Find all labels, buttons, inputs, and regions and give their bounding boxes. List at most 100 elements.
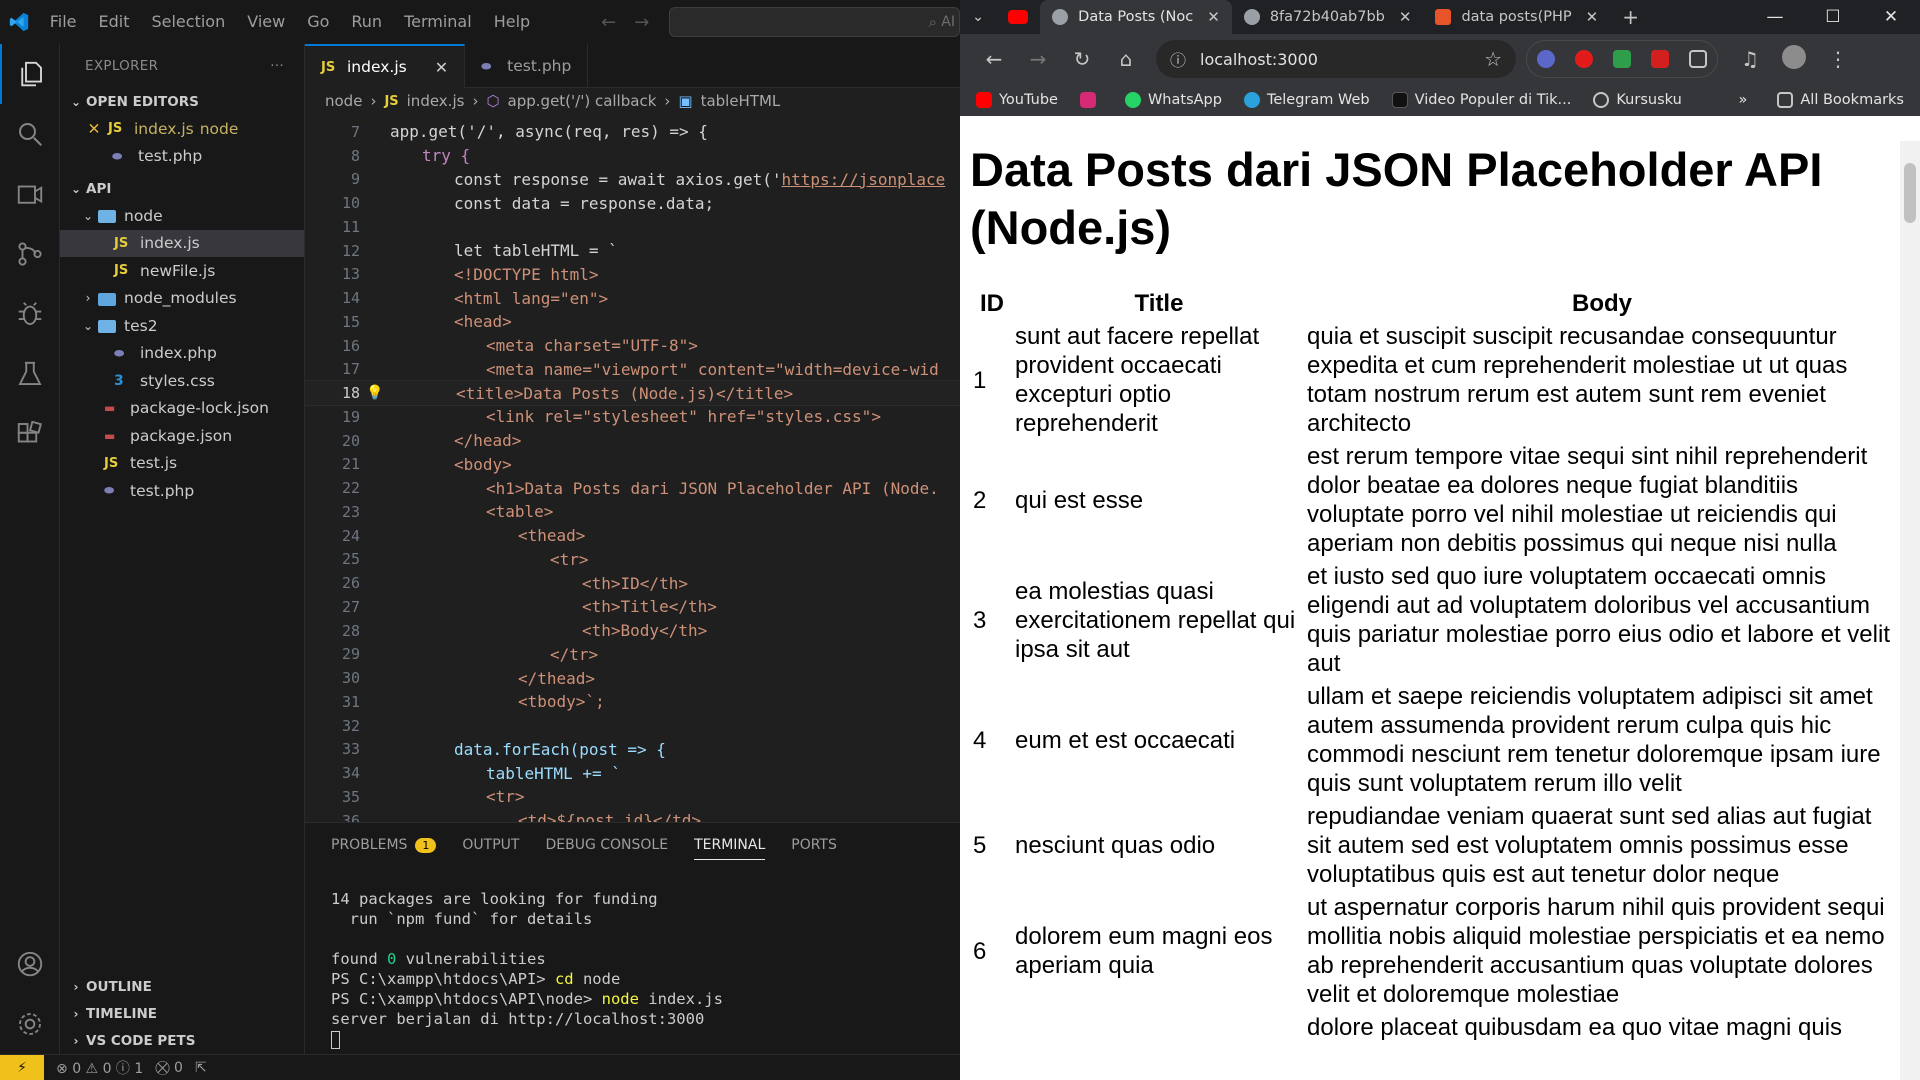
code-editor[interactable]: 7 app.get('/', async(req, res) => { 8 try … — [305, 120, 960, 822]
tree-file-test-js[interactable]: JS test.js — [60, 450, 304, 478]
address-bar[interactable]: ⓘ localhost:3000 ☆ — [1156, 40, 1516, 78]
page-scrollbar[interactable] — [1900, 141, 1920, 1080]
forward-icon[interactable]: → — [1016, 47, 1060, 71]
workspace-header[interactable]: ⌄ API — [60, 175, 304, 202]
testing-flask-activity-icon[interactable] — [0, 344, 60, 404]
new-tab-plus-icon[interactable]: + — [1610, 0, 1651, 34]
explorer-activity-icon[interactable] — [0, 44, 60, 104]
back-icon[interactable]: ← — [972, 47, 1016, 71]
minimize-icon[interactable]: — — [1746, 7, 1804, 27]
tab-ports[interactable]: PORTS — [791, 837, 837, 853]
menu-edit[interactable]: Edit — [88, 0, 141, 44]
menu-go[interactable]: Go — [296, 0, 340, 44]
close-window-icon[interactable]: ✕ — [1862, 7, 1920, 27]
tree-file-styles-css[interactable]: 3 styles.css — [60, 367, 304, 395]
reload-icon[interactable]: ↻ — [1060, 47, 1104, 71]
menu-view[interactable]: View — [236, 0, 296, 44]
debug-bug-activity-icon[interactable] — [0, 284, 60, 344]
tree-file-tes2-index-php[interactable]: ⬬ index.php — [60, 340, 304, 368]
close-icon[interactable]: ✕ — [1207, 8, 1220, 26]
tab-problems[interactable]: PROBLEMS 1 — [331, 837, 437, 853]
tab-index-js[interactable]: JS index.js ✕ — [305, 44, 466, 88]
close-icon[interactable]: ✕ — [84, 120, 104, 138]
page-viewport[interactable]: Data Posts dari JSON Placeholder API (No… — [960, 141, 1920, 1080]
extension-red-play-icon[interactable] — [1651, 50, 1669, 68]
tree-folder-node[interactable]: ⌄ node — [60, 202, 304, 230]
extension-shield-icon[interactable] — [1537, 50, 1555, 68]
menu-file[interactable]: File — [39, 0, 88, 44]
globe-icon — [1243, 9, 1260, 25]
breadcrumb-item[interactable]: index.js — [407, 92, 465, 110]
tree-file-newfile-js[interactable]: JS newFile.js — [60, 257, 304, 285]
code-url[interactable]: https://jsonplace — [782, 170, 946, 189]
tree-file-node-index-js[interactable]: JS index.js — [60, 229, 304, 257]
open-editor-item-index-js[interactable]: ✕ JS index.js node — [60, 115, 304, 143]
errors-status[interactable]: ⊗ 0 ⚠ 0 ⓘ 1 — [56, 1058, 143, 1078]
tab-terminal[interactable]: TERMINAL — [694, 837, 766, 860]
extensions-activity-icon[interactable] — [0, 404, 60, 464]
bookmarks-overflow-icon[interactable]: » — [1739, 92, 1748, 108]
extension-adblock-icon[interactable] — [1575, 50, 1593, 68]
tree-folder-tes2[interactable]: ⌄ tes2 — [60, 312, 304, 340]
tree-folder-node-modules[interactable]: › node_modules — [60, 285, 304, 313]
site-info-icon[interactable]: ⓘ — [1170, 47, 1186, 71]
tree-file-package-lock-json[interactable]: ▬ package-lock.json — [60, 395, 304, 423]
tree-file-test-php[interactable]: ⬬ test.php — [60, 477, 304, 505]
extension-green-icon[interactable] — [1613, 50, 1631, 68]
home-icon[interactable]: ⌂ — [1104, 47, 1148, 71]
more-actions-icon[interactable]: ··· — [270, 58, 284, 74]
ports-status[interactable]: ⛒ 0 — [155, 1060, 183, 1076]
tab-search-dropdown-icon[interactable]: ⌄ — [960, 0, 996, 34]
remote-indicator-icon[interactable]: ⚡ — [0, 1054, 44, 1080]
all-bookmarks-button[interactable]: All Bookmarks — [1777, 92, 1904, 108]
menu-help[interactable]: Help — [483, 0, 541, 44]
breadcrumb-item[interactable]: tableHTML — [701, 92, 781, 110]
menu-selection[interactable]: Selection — [140, 0, 236, 44]
bookmark-instagram[interactable] — [1079, 92, 1103, 108]
chrome-tab-data-posts-node[interactable]: Data Posts (Noc ✕ — [1040, 0, 1232, 34]
search-activity-icon[interactable] — [0, 104, 60, 164]
tab-youtube-pinned[interactable] — [996, 0, 1040, 34]
maximize-icon[interactable]: ☐ — [1804, 7, 1862, 27]
chevron-right-icon: › — [73, 1006, 79, 1021]
close-icon[interactable]: ✕ — [435, 58, 448, 77]
forward-arrow-icon[interactable]: → — [634, 12, 649, 33]
chrome-tab-data-posts-php[interactable]: data posts(PHP ✕ — [1423, 0, 1610, 34]
media-controls-icon[interactable]: ♫ — [1728, 47, 1772, 71]
source-control-activity-icon[interactable] — [0, 224, 60, 284]
breadcrumb-item[interactable]: node — [325, 92, 362, 110]
bookmark-star-icon[interactable]: ☆ — [1484, 47, 1502, 71]
close-icon[interactable]: ✕ — [1399, 8, 1412, 26]
extensions-puzzle-icon[interactable] — [1689, 50, 1707, 68]
tree-file-package-json[interactable]: ▬ package.json — [60, 422, 304, 450]
settings-gear-icon[interactable] — [0, 994, 60, 1054]
tab-test-php[interactable]: ⬬ test.php — [465, 44, 589, 88]
scrollbar-thumb[interactable] — [1904, 163, 1916, 223]
breadcrumb-item[interactable]: app.get('/') callback — [508, 92, 657, 110]
menu-terminal[interactable]: Terminal — [393, 0, 483, 44]
run-debug-activity-icon[interactable] — [0, 164, 60, 224]
timeline-header[interactable]: › TIMELINE — [60, 1000, 305, 1027]
live-share-icon[interactable]: ⇱ — [195, 1060, 207, 1076]
open-editors-header[interactable]: ⌄ OPEN EDITORS — [60, 88, 304, 115]
bookmark-youtube[interactable]: YouTube — [976, 92, 1058, 108]
vscode-pets-header[interactable]: › VS CODE PETS — [60, 1027, 305, 1054]
bookmark-telegram[interactable]: Telegram Web — [1243, 92, 1370, 108]
open-editor-item-test-php[interactable]: ⬬ test.php — [60, 143, 304, 171]
close-icon[interactable]: ✕ — [1586, 8, 1599, 26]
outline-header[interactable]: › OUTLINE — [60, 973, 305, 1000]
chrome-tab-8fa72b40[interactable]: 8fa72b40ab7bb ✕ — [1232, 0, 1424, 34]
tab-debug-console[interactable]: DEBUG CONSOLE — [545, 837, 668, 853]
tab-output[interactable]: OUTPUT — [462, 837, 519, 853]
account-icon[interactable] — [0, 934, 60, 994]
back-arrow-icon[interactable]: ← — [601, 12, 616, 33]
terminal-output[interactable]: 14 packages are looking for funding run … — [305, 867, 960, 1071]
lightbulb-icon[interactable]: 💡 — [360, 385, 390, 401]
bookmark-whatsapp[interactable]: WhatsApp — [1124, 92, 1222, 108]
profile-avatar-icon[interactable] — [1772, 44, 1816, 74]
command-center-search[interactable]: ⌕ AI — [669, 7, 960, 37]
bookmark-tiktok[interactable]: Video Populer di Tik... — [1391, 92, 1571, 108]
menu-kebab-icon[interactable]: ⋮ — [1816, 47, 1860, 71]
menu-run[interactable]: Run — [340, 0, 393, 44]
bookmark-kursusku[interactable]: Kursusku — [1593, 92, 1682, 108]
